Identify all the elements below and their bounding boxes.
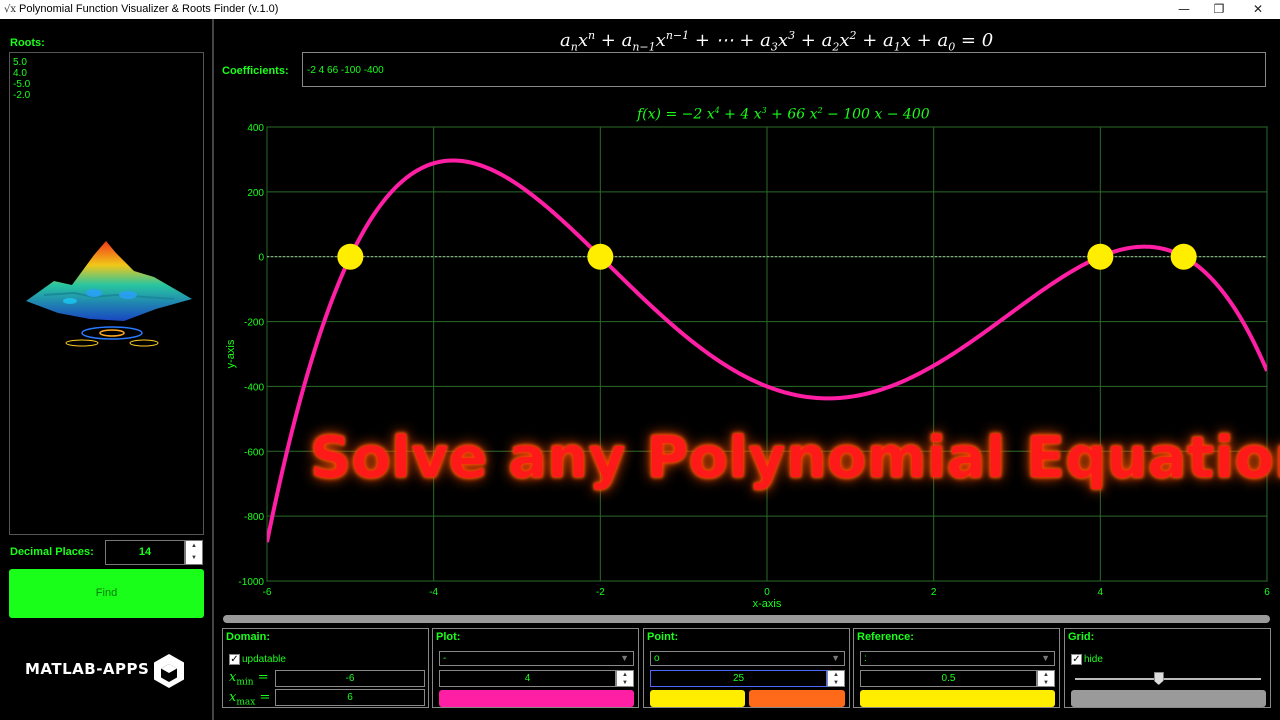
marker-face-color-swatch[interactable] [650,690,745,707]
xmin-input[interactable]: -6 [275,670,425,687]
y-tick-label: -200 [244,318,264,329]
y-tick-label: 200 [247,188,264,199]
surface-plot-logo [26,241,192,347]
brand-logo-text: MATLAB-APPS [25,660,150,678]
promo-overlay-text: Solve any Polynomial Equation! [310,425,1280,491]
polynomial-plot[interactable]: -6 -4 -2 0 2 4 6 -1000 -800 -600 -400 -200 0 200 400 x-… [214,118,1280,614]
y-tick-label: -400 [244,382,264,393]
chevron-down-icon[interactable]: ▼ [186,553,202,565]
grid-slider-track[interactable] [1075,678,1261,680]
matlab-icon: √x [4,4,17,15]
close-icon[interactable]: ✕ [1240,0,1276,19]
grid-color-swatch[interactable] [1071,690,1266,707]
root-item: 4.0 [13,68,27,79]
root-point[interactable] [587,243,614,270]
find-button[interactable]: Find [9,569,204,618]
grid-settings-title: Grid: [1068,631,1095,643]
coefficients-input[interactable]: -2 4 66 -100 -400 [302,52,1266,87]
window-title: Polynomial Function Visualizer & Roots F… [19,3,279,15]
root-item: -2.0 [13,90,31,101]
general-polynomial-equation: anxn + an−1xn−1 + ⋯ + a3x3 + a2x2 + a1x … [560,29,994,54]
marker-style-dropdown[interactable]: o ▼ [650,651,845,666]
x-tick-label: 6 [1264,587,1270,598]
line-width-stepper[interactable]: ▲ ▼ [616,670,634,687]
minimize-icon[interactable]: — [1166,0,1202,19]
plot-panel: Plot: - ▼ 4 ▲ ▼ [432,628,639,708]
marker-size-stepper[interactable]: ▲ ▼ [827,670,845,687]
point-settings-title: Point: [647,631,679,643]
marker-edge-color-swatch[interactable] [749,690,845,707]
line-width-input[interactable]: 4 [439,670,616,687]
chevron-down-icon: ▼ [620,653,629,663]
reference-style-dropdown[interactable]: : ▼ [860,651,1055,666]
grid-slider-thumb[interactable] [1153,672,1164,685]
roots-label: Roots: [10,37,45,49]
xmin-label: xmin = [229,670,269,688]
y-axis-label: y-axis [225,339,237,368]
x-tick-label: -2 [596,587,605,598]
domain-title: Domain: [226,631,270,643]
root-point[interactable] [1170,243,1197,270]
coefficients-label: Coefficients: [222,65,289,77]
x-tick-label: -6 [263,587,272,598]
y-tick-label: 400 [247,123,264,134]
reference-width-input[interactable]: 0.5 [860,670,1037,687]
restore-icon[interactable]: ❐ [1201,0,1237,19]
reference-width-stepper[interactable]: ▲ ▼ [1037,670,1055,687]
root-point[interactable] [337,243,364,270]
chevron-down-icon: ▼ [831,653,840,663]
plot-settings-title: Plot: [436,631,461,643]
y-tick-label: -1000 [238,577,264,588]
reference-color-swatch[interactable] [860,690,1055,707]
line-color-swatch[interactable] [439,690,634,707]
x-axis-label: x-axis [753,598,782,610]
x-tick-label: 2 [931,587,937,598]
chevron-down-icon: ▼ [1041,653,1050,663]
y-tick-label: 0 [258,253,264,264]
y-tick-label: -600 [244,447,264,458]
marker-size-input[interactable]: 25 [650,670,827,687]
hide-grid-label: hide [1084,654,1103,665]
decimal-places-stepper[interactable]: ▲ ▼ [185,540,203,565]
horizontal-scrollbar[interactable] [223,615,1270,623]
root-item: -5.0 [13,79,31,90]
line-style-dropdown[interactable]: - ▼ [439,651,634,666]
chevron-up-icon[interactable]: ▲ [186,541,202,553]
updatable-label: updatable [242,654,286,665]
domain-panel: Domain: ✓ updatable xmin = -6 xmax = 6 [222,628,429,708]
y-tick-label: -800 [244,512,264,523]
x-tick-label: 0 [764,587,770,598]
roots-list[interactable]: 5.0 4.0 -5.0 -2.0 [9,52,204,535]
x-tick-label: -4 [429,587,438,598]
decimal-places-label: Decimal Places: [10,546,94,558]
xmax-label: xmax = [229,690,271,708]
hexagon-logo-icon [154,654,184,688]
title-bar: √x Polynomial Function Visualizer & Root… [0,0,1280,19]
hide-grid-checkbox[interactable]: ✓ [1071,654,1082,665]
updatable-checkbox[interactable]: ✓ [229,654,240,665]
grid-panel: Grid: ✓ hide [1064,628,1271,708]
xmax-input[interactable]: 6 [275,689,425,706]
reference-panel: Reference: : ▼ 0.5 ▲ ▼ [853,628,1060,708]
reference-settings-title: Reference: [857,631,914,643]
root-point[interactable] [1087,243,1114,270]
x-tick-label: 4 [1098,587,1104,598]
point-panel: Point: o ▼ 25 ▲ ▼ [643,628,850,708]
decimal-places-input[interactable]: 14 [105,540,185,565]
root-item: 5.0 [13,57,27,68]
